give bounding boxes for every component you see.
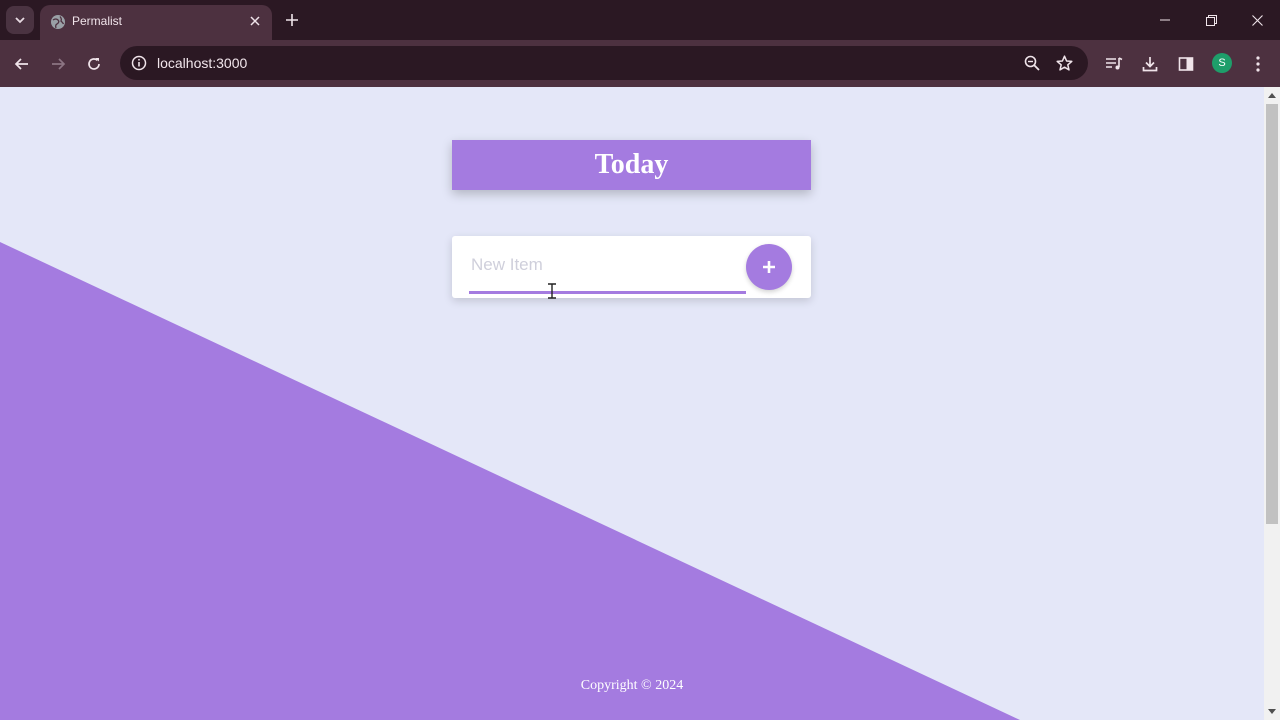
close-icon [250,16,260,26]
globe-icon [51,15,65,29]
reload-icon [88,58,100,70]
side-panel-button[interactable] [1173,51,1199,77]
info-icon [131,55,147,71]
triangle-up-icon [1268,93,1276,98]
close-window-button[interactable] [1234,0,1280,40]
more-vert-icon [1256,56,1260,72]
close-icon [1251,14,1263,26]
scroll-down-button[interactable] [1264,704,1280,720]
site-info-button[interactable] [128,52,150,74]
downloads-button[interactable] [1137,51,1163,77]
browser-toolbar: localhost:3000 S [0,40,1280,87]
tab-close-button[interactable] [246,12,264,30]
star-icon [1055,54,1073,71]
side-panel-icon [1178,57,1194,71]
arrow-right-icon [52,58,66,70]
page-viewport: Today Copyright © 2024 [0,87,1264,720]
scroll-thumb[interactable] [1266,104,1278,524]
tab-title: Permalist [72,14,123,28]
text-cursor-icon [548,283,556,299]
download-icon [1142,57,1158,72]
reload-button[interactable] [80,50,108,78]
tab-strip: Permalist [0,0,1280,40]
plus-icon [286,14,298,26]
zoom-out-icon [1024,55,1040,71]
forward-button[interactable] [44,50,72,78]
active-tab[interactable]: Permalist [40,5,272,40]
browser-menu-button[interactable] [1245,51,1271,77]
list-heading-box: Today [452,140,811,190]
input-underline [469,291,746,294]
new-item-input[interactable] [469,250,746,280]
minimize-icon [1160,19,1170,21]
zoom-button[interactable] [1021,52,1043,74]
scroll-up-button[interactable] [1264,87,1280,103]
chevron-down-icon [15,17,25,24]
address-bar[interactable]: localhost:3000 [120,46,1088,80]
footer-copyright: Copyright © 2024 [580,678,684,693]
back-button[interactable] [8,50,36,78]
restore-icon [1205,14,1217,26]
bookmark-button[interactable] [1053,52,1075,74]
restore-button[interactable] [1188,0,1234,40]
list-heading: Today [594,149,669,180]
address-url: localhost:3000 [157,55,248,71]
queue-music-icon [1106,57,1123,70]
minimize-button[interactable] [1142,0,1188,40]
new-item-form [452,236,811,298]
media-controls-button[interactable] [1101,51,1127,77]
arrow-left-icon [14,58,28,70]
profile-avatar[interactable]: S [1212,53,1232,73]
new-tab-button[interactable] [280,8,304,32]
triangle-down-icon [1268,709,1276,714]
tab-search-button[interactable] [6,6,34,34]
add-item-button[interactable] [746,244,792,290]
page-scrollbar[interactable] [1264,87,1280,720]
plus-icon [763,261,775,273]
